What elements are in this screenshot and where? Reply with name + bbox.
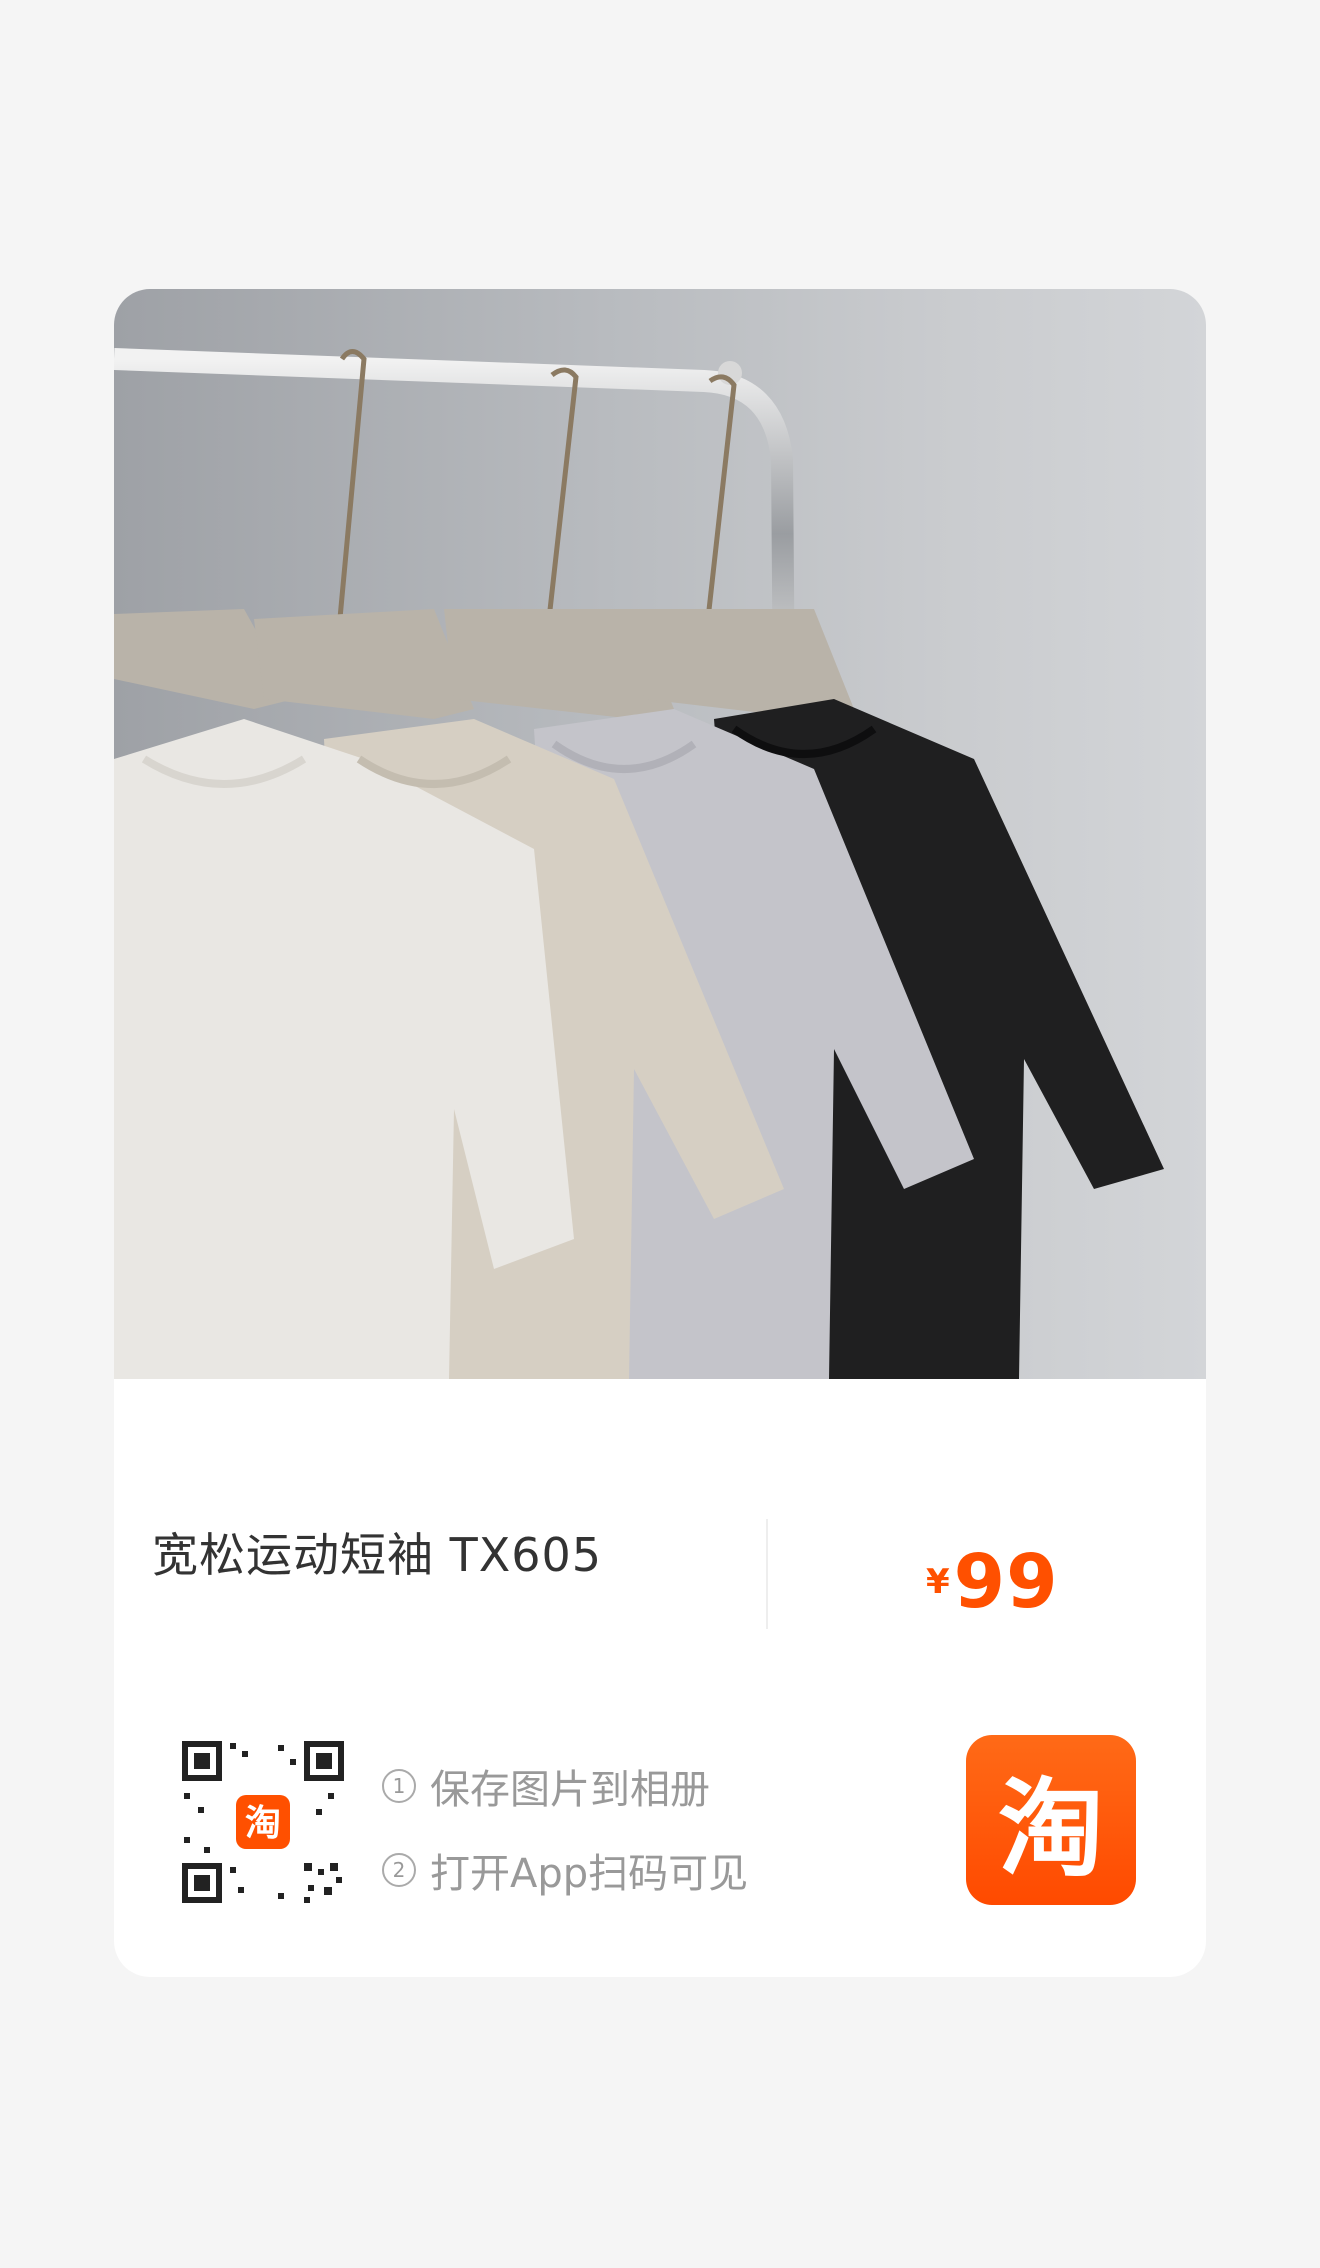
step-save: 1 保存图片到相册: [382, 1744, 748, 1828]
share-steps: 1 保存图片到相册 2 打开App扫码可见: [382, 1744, 748, 1912]
step-number: 1: [382, 1769, 416, 1803]
step-number: 2: [382, 1853, 416, 1887]
qr-badge-text: 淘: [245, 1803, 281, 1844]
step-text: 打开App扫码可见: [430, 1851, 749, 1897]
share-card: 宽松运动短袖 TX605 ¥99 淘 1 保存图片到相册 2 打开App扫码可见…: [114, 289, 1206, 1977]
qr-code-icon[interactable]: 淘: [178, 1737, 348, 1907]
product-image[interactable]: [114, 289, 1206, 1379]
product-title: 宽松运动短袖 TX605: [152, 1528, 603, 1582]
taobao-app-icon[interactable]: 淘: [966, 1735, 1136, 1905]
step-scan: 2 打开App扫码可见: [382, 1828, 748, 1912]
step-text: 保存图片到相册: [430, 1767, 710, 1813]
price-amount: 99: [953, 1539, 1059, 1625]
divider: [766, 1519, 768, 1629]
product-price: ¥99: [926, 1539, 1059, 1625]
price-currency: ¥: [926, 1562, 950, 1602]
